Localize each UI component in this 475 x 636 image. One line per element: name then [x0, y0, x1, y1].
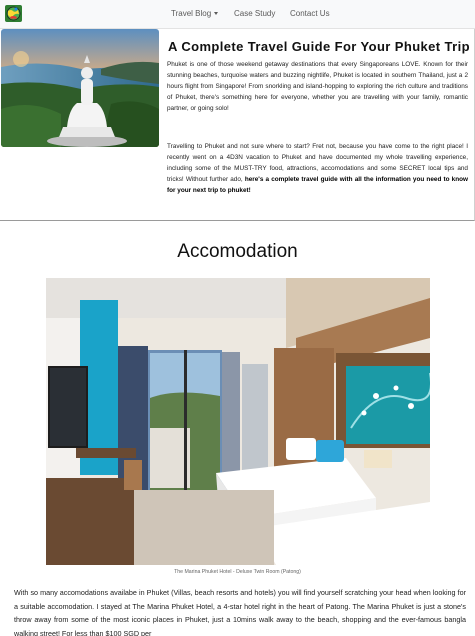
- navbar: Travel Blog Case Study Contact Us: [0, 0, 475, 29]
- nav-travel-blog-label: Travel Blog: [171, 9, 212, 18]
- guide-paragraph: Travelling to Phuket and not sure where …: [167, 142, 468, 197]
- intro-paragraph: Phuket is one of those weekend getaway d…: [167, 61, 468, 112]
- accomodation-paragraph: With so many accomodations availabe in P…: [14, 588, 466, 636]
- globe-logo-icon[interactable]: [5, 5, 22, 22]
- big-buddha-image: [1, 29, 159, 147]
- nav-contact-us[interactable]: Contact Us: [290, 9, 330, 18]
- nav-case-study[interactable]: Case Study: [234, 9, 275, 18]
- hero-card: A Complete Travel Guide For Your Phuket …: [0, 29, 475, 221]
- nav-travel-blog[interactable]: Travel Blog: [171, 9, 219, 18]
- chevron-down-icon: [214, 12, 219, 16]
- image-caption: The Marina Phuket Hotel - Deluxe Twin Ro…: [174, 569, 301, 575]
- page-title: A Complete Travel Guide For Your Phuket …: [168, 39, 470, 54]
- section-heading-accomodation: Accomodation: [177, 241, 298, 262]
- hotel-room-image: [46, 278, 430, 565]
